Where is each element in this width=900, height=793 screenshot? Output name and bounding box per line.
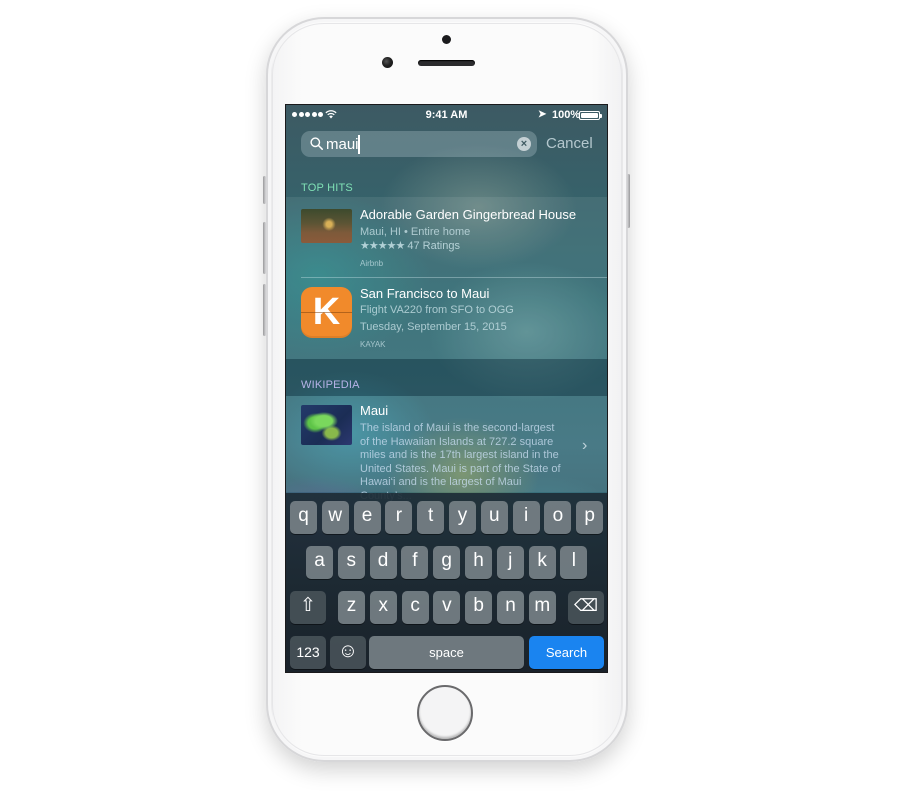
airbnb-listing-thumbnail: [301, 209, 352, 243]
delete-key[interactable]: ⌫: [568, 591, 604, 624]
volume-up-button: [263, 222, 266, 274]
ratings-count: 47 Ratings: [407, 240, 460, 252]
result-date: Tuesday, September 15, 2015: [360, 321, 507, 333]
kayak-app-icon: K: [301, 287, 352, 338]
volume-down-button: [263, 284, 266, 336]
search-bar: × Cancel: [286, 131, 607, 157]
star-rating-icon: ★★★★★: [360, 240, 405, 252]
maui-satellite-thumbnail: [301, 405, 352, 445]
result-title: Adorable Garden Gingerbread House: [360, 207, 577, 222]
rating: ★★★★★ 47 Ratings: [360, 239, 460, 252]
result-source: Airbnb: [360, 259, 384, 268]
space-key[interactable]: space: [369, 636, 524, 669]
key-g[interactable]: g: [433, 546, 461, 579]
front-camera: [382, 57, 393, 68]
key-q[interactable]: q: [290, 501, 317, 534]
key-m[interactable]: m: [528, 591, 556, 624]
key-n[interactable]: n: [497, 591, 524, 624]
key-x[interactable]: x: [369, 591, 397, 624]
excerpt-line: miles and is the 17th largest island in …: [360, 449, 559, 461]
text-caret: [358, 135, 360, 154]
key-b[interactable]: b: [465, 591, 493, 624]
mute-switch: [263, 176, 266, 204]
key-p[interactable]: p: [576, 501, 604, 534]
battery-icon: [579, 111, 602, 120]
screen: 9:41 AM ➤ 100% × Cancel TOP HITS Adorabl…: [285, 104, 608, 673]
power-button: [627, 174, 630, 228]
key-s[interactable]: s: [337, 546, 365, 579]
key-e[interactable]: e: [353, 501, 381, 534]
numbers-key[interactable]: 123: [290, 636, 326, 669]
key-o[interactable]: o: [544, 501, 572, 534]
result-subtitle: Flight VA220 from SFO to OGG: [360, 304, 514, 316]
emoji-key[interactable]: ☺: [330, 636, 366, 669]
search-field[interactable]: ×: [301, 131, 537, 157]
section-header-top-hits: TOP HITS: [301, 182, 353, 194]
key-u[interactable]: u: [480, 501, 508, 534]
section-header-wikipedia: WIKIPEDIA: [301, 379, 360, 391]
key-v[interactable]: v: [433, 591, 461, 624]
chevron-right-icon[interactable]: ›: [582, 437, 587, 455]
key-h[interactable]: h: [465, 546, 492, 579]
excerpt-line: United States. Maui is part of the State…: [360, 462, 561, 475]
shift-key[interactable]: ⇧: [290, 591, 326, 624]
result-subtitle: Maui, HI • Entire home: [360, 226, 471, 238]
key-l[interactable]: l: [560, 546, 588, 579]
home-button[interactable]: [417, 685, 473, 741]
excerpt-line: The island of Maui is the second-largest: [360, 422, 555, 434]
wikipedia-excerpt: The island of Maui is the second-largest…: [360, 422, 572, 503]
status-bar: 9:41 AM ➤ 100%: [286, 105, 607, 125]
key-j[interactable]: j: [496, 546, 524, 579]
search-icon: [310, 137, 323, 150]
search-key[interactable]: Search: [529, 636, 604, 669]
row-divider: [301, 277, 607, 278]
search-input[interactable]: [326, 134, 506, 154]
clear-text-icon[interactable]: ×: [517, 137, 531, 151]
keyboard: ⇧ ⌫ 123 ☺ space Search qwertyuiop asdfghj…: [286, 493, 607, 672]
key-t[interactable]: t: [417, 501, 445, 534]
key-z[interactable]: z: [338, 591, 365, 624]
key-r[interactable]: r: [385, 501, 413, 534]
proximity-sensor: [442, 35, 451, 44]
key-f[interactable]: f: [401, 546, 429, 579]
earpiece-speaker: [418, 60, 475, 66]
result-title: Maui: [360, 403, 389, 418]
key-w[interactable]: w: [321, 501, 349, 534]
key-d[interactable]: d: [369, 546, 397, 579]
cancel-button[interactable]: Cancel: [546, 135, 593, 152]
key-k[interactable]: k: [528, 546, 556, 579]
key-a[interactable]: a: [306, 546, 333, 579]
result-source: KAYAK: [360, 340, 386, 349]
excerpt-line: of the Hawaiian Islands at 727.2 square: [360, 435, 554, 448]
battery-percentage: 100%: [552, 109, 581, 121]
key-c[interactable]: c: [401, 591, 429, 624]
key-y[interactable]: y: [449, 501, 476, 534]
location-services-icon: ➤: [538, 109, 547, 120]
result-title: San Francisco to Maui: [360, 286, 490, 301]
key-i[interactable]: i: [512, 501, 540, 534]
